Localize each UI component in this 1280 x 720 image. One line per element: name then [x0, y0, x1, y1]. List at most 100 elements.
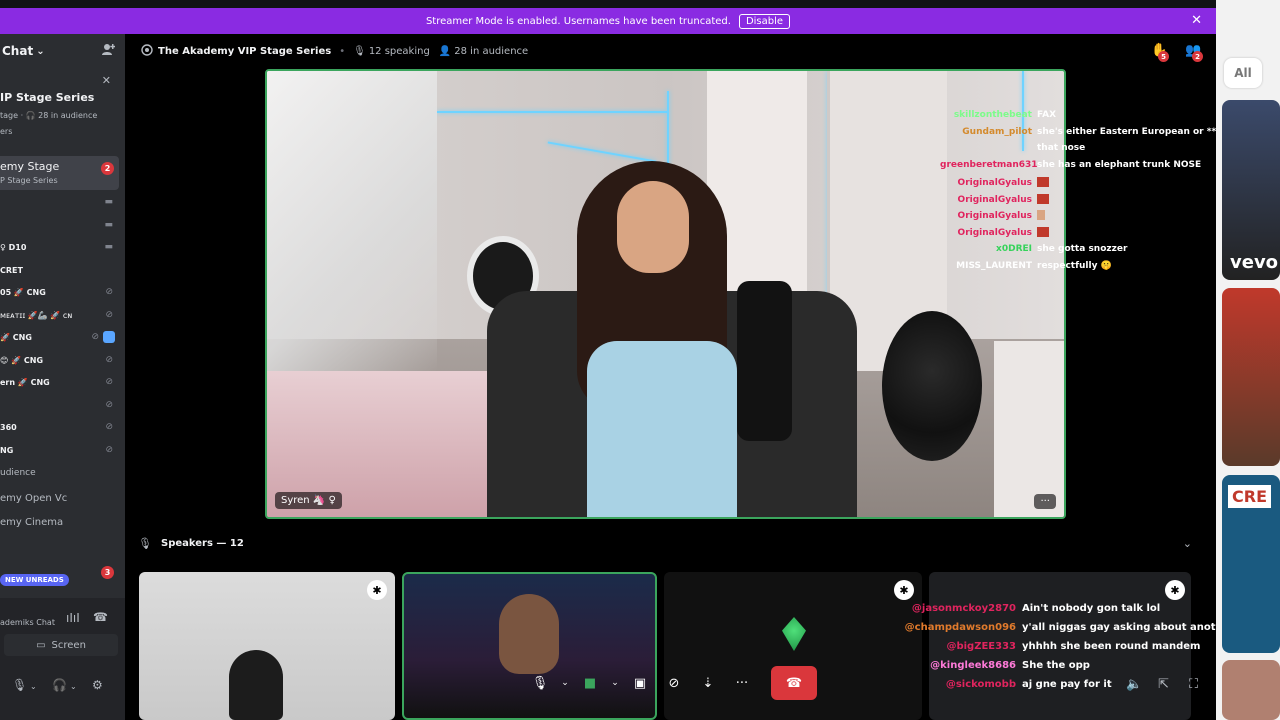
thumbnail-title: CRE [1228, 485, 1271, 508]
stage-title: IP Stage Series [0, 91, 95, 104]
user-row[interactable]: ᴍᴇᴀᴛɪɪ 🚀🦾 🚀 ᴄɴ [0, 311, 72, 320]
user-row[interactable]: ern 🚀 CNG [0, 378, 50, 387]
chat-message: @jasonmckoy2870 Ain't nobody gon talk lol [911, 603, 1161, 614]
chat-message: MISS_LAURENT respectfully 🤫 [956, 261, 1112, 271]
disable-streamer-mode-button[interactable]: Disable [738, 13, 791, 29]
chat-message: OriginalGyalus [940, 177, 1049, 188]
stage-subtitle-2: ers [0, 127, 13, 136]
add-member-icon[interactable] [102, 43, 116, 59]
chat-message: OriginalGyalus [940, 210, 1045, 221]
led-strip [667, 91, 669, 171]
emote-icon [1037, 210, 1045, 220]
mute-speakers-icon[interactable]: ⊘ [657, 668, 691, 698]
channel-open-vc[interactable]: emy Open Vc [0, 493, 67, 504]
chevron-down-icon[interactable]: ⌄ [1183, 537, 1192, 550]
dresser [994, 341, 1064, 517]
user-row[interactable]: 360 [0, 423, 17, 432]
unread-badge: 3 [101, 566, 114, 579]
channel-cinema[interactable]: emy Cinema [0, 517, 63, 528]
chat-message: skillzonthebeat FAX [953, 110, 1057, 120]
speaker-tile[interactable]: ✱ [139, 572, 395, 720]
user-row[interactable]: 🚀 CNG [0, 333, 32, 342]
user-row[interactable]: ♀ D10 [0, 243, 26, 252]
microphone-icon: 🎙 [353, 45, 366, 57]
noise-icon[interactable]: ıIıI [66, 611, 80, 625]
speakers-section-header[interactable]: 🎙 Speakers — 12 ⌄ [125, 534, 1216, 554]
invite-badge: 2 [1192, 51, 1203, 62]
microphone-icon[interactable]: 🎙 [12, 678, 27, 692]
chevron-down-icon[interactable]: ⌄ [557, 668, 573, 698]
video-icon: ▬ [104, 197, 113, 207]
browser-side-panel: All vevo CRE [1216, 0, 1280, 720]
top-strip [0, 0, 1216, 8]
chat-message: that nose [1037, 143, 1086, 153]
audience-icon: 👤 [438, 45, 452, 57]
microphone-icon: 🎙 [138, 537, 152, 550]
fan [882, 311, 982, 461]
muted-icon: ⊘ [105, 377, 113, 387]
user-row[interactable]: NG [0, 446, 13, 455]
chat-message: x0DREI she gotta snozzer [996, 244, 1128, 254]
screen-share-icon[interactable]: ▣ [623, 668, 657, 698]
disconnect-icon[interactable]: ☎ [93, 610, 108, 624]
gear-icon[interactable]: ⚙ [92, 678, 103, 692]
new-unreads-pill[interactable]: NEW UNREADS [0, 574, 69, 586]
chat-message: @bigZEE333 yhhhh she been round mandem [946, 641, 1201, 652]
muted-icon: ⊘ [105, 400, 113, 410]
sidebar-item-sub: P Stage Series [0, 176, 58, 185]
speaker-figure [229, 650, 283, 720]
fullscreen-icon[interactable]: ⛶ [1189, 677, 1198, 692]
stage-header: The Akademy VIP Stage Series • 🎙 12 spea… [125, 34, 1216, 68]
gear-icon[interactable]: ✱ [367, 580, 387, 600]
user-row[interactable]: 05 🚀 CNG [0, 288, 46, 297]
stage-title: The Akademy VIP Stage Series [158, 45, 332, 57]
video-thumbnail[interactable]: vevo [1222, 100, 1280, 280]
speaking-count: 12 speaking [368, 45, 430, 57]
chat-message: greenberetman631she has an elephant trun… [940, 160, 1202, 170]
user-row[interactable]: 😊 🚀 CNG [0, 356, 43, 365]
close-icon[interactable]: ✕ [102, 74, 111, 87]
more-options-icon[interactable]: ··· [725, 668, 759, 698]
banner-text: Streamer Mode is enabled. Usernames have… [425, 15, 731, 27]
screen-share-icon [103, 331, 115, 343]
avatar-gem [782, 617, 806, 651]
muted-icon: ⊘ [105, 355, 113, 365]
volume-icon[interactable]: 🔈 [1126, 677, 1142, 692]
server-name: Chat [2, 44, 34, 58]
chevron-down-icon[interactable]: ⌄ [70, 682, 77, 691]
leave-stage-button[interactable]: ☎ [771, 666, 817, 700]
speaker-figure [499, 594, 559, 674]
audience-label: udience [0, 468, 36, 478]
muted-icon: ⊘ [105, 310, 113, 320]
speaker-name-tag: Syren 🦄 ♀ [275, 492, 342, 509]
screen-share-button[interactable]: ▭ Screen [4, 634, 118, 656]
call-controls: 🎙 ⌄ ■ ⌄ ▣ ⊘ ⇣ ··· ☎ [523, 666, 817, 700]
video-thumbnail[interactable] [1222, 660, 1280, 720]
popout-icon[interactable]: ⇱ [1158, 677, 1169, 692]
camera-icon[interactable]: ■ [573, 668, 607, 698]
sidebar-item-stage[interactable]: emy Stage P Stage Series 2 [0, 156, 119, 190]
gear-icon[interactable]: ✱ [894, 580, 914, 600]
emote-icon [1037, 227, 1049, 237]
dress [587, 341, 737, 517]
chat-message: Gundam_pilot she's either Eastern Europea… [962, 127, 1261, 137]
user-row[interactable]: CRET [0, 266, 23, 275]
headphones-icon[interactable]: 🎧 [52, 678, 67, 692]
video-icon: ▬ [104, 220, 113, 230]
move-to-audience-icon[interactable]: ⇣ [691, 668, 725, 698]
more-options-button[interactable]: ··· [1034, 494, 1056, 509]
microphone-icon[interactable]: 🎙 [523, 668, 557, 698]
video-thumbnail[interactable]: CRE [1222, 475, 1280, 653]
filter-chip-all[interactable]: All [1224, 58, 1262, 88]
server-header[interactable]: Chat ⌄ [0, 34, 125, 68]
video-thumbnail[interactable] [1222, 288, 1280, 466]
voice-channel-name: ademiks Chat [0, 618, 55, 627]
stage-icon [141, 43, 153, 59]
chevron-down-icon[interactable]: ⌄ [30, 682, 37, 691]
gear-icon[interactable]: ✱ [1165, 580, 1185, 600]
chat-message: @sickomobb aj gne pay for it [945, 679, 1112, 690]
chevron-down-icon[interactable]: ⌄ [607, 668, 623, 698]
close-icon[interactable]: ✕ [1191, 13, 1202, 28]
raise-hand-badge: 5 [1158, 51, 1169, 62]
screen-icon: ▭ [36, 639, 46, 651]
